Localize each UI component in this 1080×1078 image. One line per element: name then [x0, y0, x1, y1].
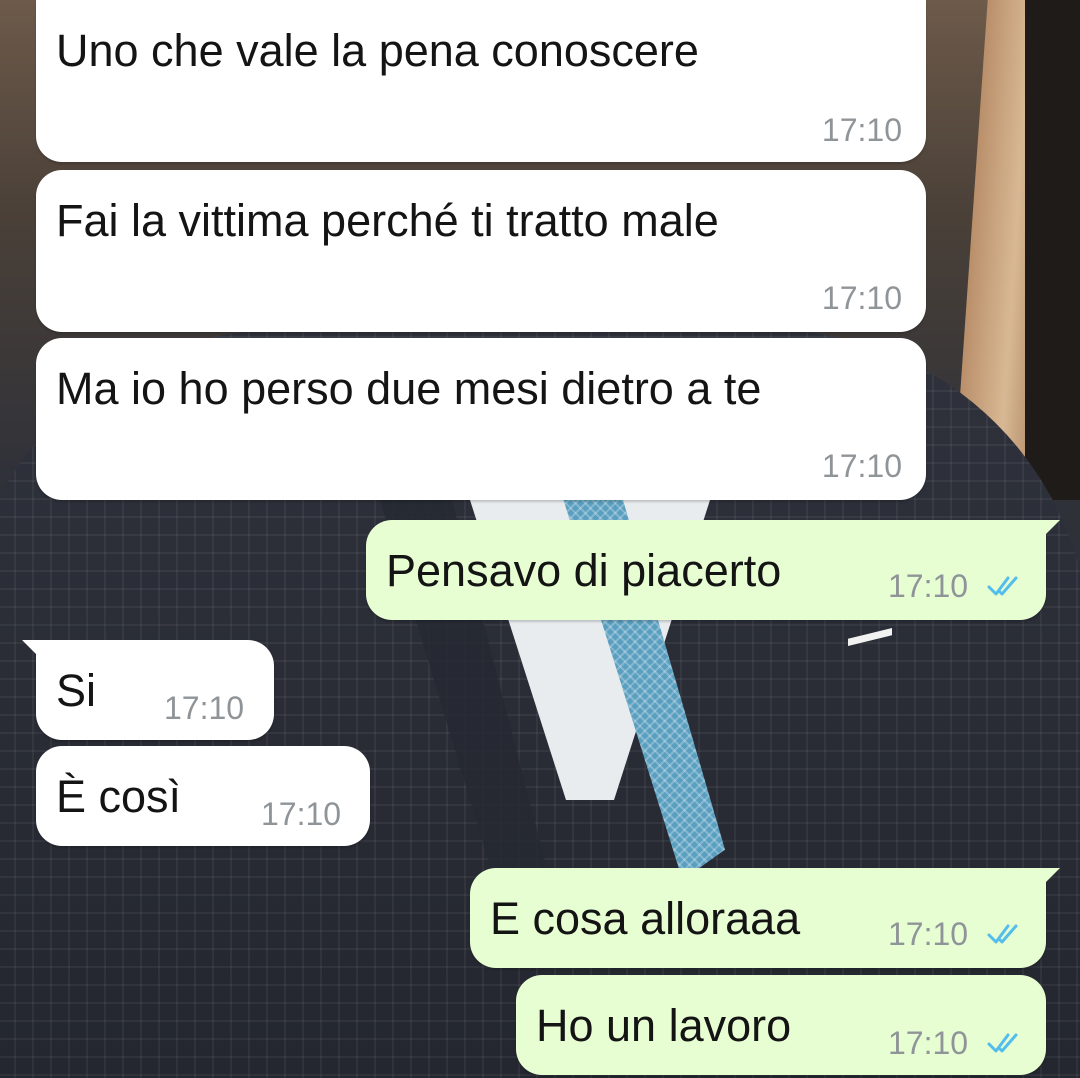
message-bubble-incoming[interactable]: Si 17:10 — [22, 640, 274, 740]
double-check-icon — [987, 924, 1018, 944]
message-bubble-incoming[interactable]: È così 17:10 — [36, 746, 370, 846]
message-time: 17:10 — [821, 448, 902, 484]
message-text: Uno che vale la pena conoscere — [56, 25, 699, 76]
message-time: 17:10 — [888, 916, 969, 952]
message-bubble-incoming[interactable]: Uno che vale la pena conoscere 17:10 — [36, 0, 926, 162]
double-check-icon — [987, 576, 1018, 596]
message-text: Fai la vittima perché ti tratto male — [56, 195, 719, 246]
message-time: 17:10 — [164, 690, 245, 726]
message-bubble-outgoing[interactable]: E cosa alloraaa 17:10 — [470, 868, 1060, 968]
message-bubble-outgoing[interactable]: Ho un lavoro 17:10 — [516, 975, 1046, 1075]
message-bubble-incoming[interactable]: Fai la vittima perché ti tratto male 17:… — [36, 170, 926, 332]
message-text: Ho un lavoro — [536, 1000, 792, 1051]
message-bubble-outgoing[interactable]: Pensavo di piacerto 17:10 — [366, 520, 1060, 620]
message-time: 17:10 — [821, 112, 902, 148]
message-bubble-incoming[interactable]: Ma io ho perso due mesi dietro a te 17:1… — [36, 338, 926, 500]
double-check-icon — [987, 1033, 1018, 1053]
message-text: Si — [56, 665, 97, 716]
message-time: 17:10 — [821, 280, 902, 316]
message-list[interactable]: Uno che vale la pena conoscere 17:10 Fai… — [0, 0, 1080, 1078]
message-time: 17:10 — [888, 568, 969, 604]
message-text: E cosa alloraaa — [490, 893, 801, 944]
message-text: È così — [56, 771, 182, 822]
message-time: 17:10 — [888, 1025, 969, 1061]
message-time: 17:10 — [261, 796, 342, 832]
message-text: Pensavo di piacerto — [386, 545, 782, 596]
message-text: Ma io ho perso due mesi dietro a te — [56, 363, 762, 414]
